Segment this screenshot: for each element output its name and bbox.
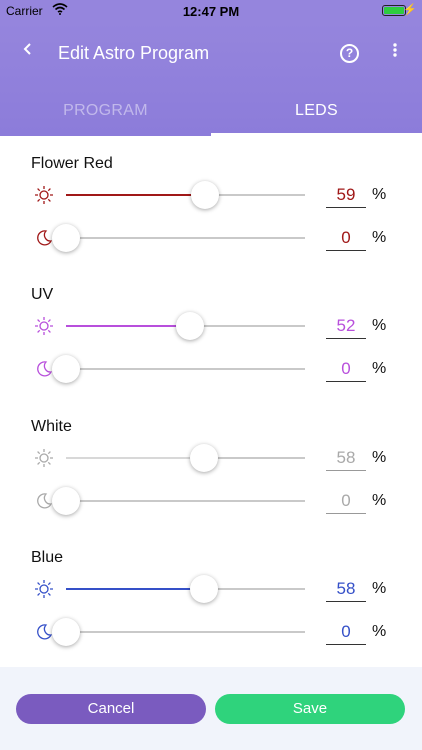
percent-label: % (372, 492, 387, 509)
night-value-input[interactable]: 0 (326, 622, 366, 645)
percent-label: % (372, 580, 387, 597)
day-slider[interactable] (66, 312, 305, 340)
channel-title: Flower Red (31, 155, 113, 172)
day-value-input[interactable]: 59 (326, 185, 366, 208)
tab-indicator (211, 133, 422, 136)
percent-label: % (372, 449, 387, 466)
tab-leds[interactable]: LEDS (211, 90, 422, 136)
slider-thumb[interactable] (52, 355, 80, 383)
sun-icon (34, 579, 54, 599)
back-icon[interactable] (18, 39, 38, 65)
tab-program[interactable]: PROGRAM (0, 90, 211, 136)
moon-icon (34, 359, 54, 379)
status-bar: Carrier 12:47 PM ⚡ (0, 0, 422, 22)
help-icon[interactable]: ? (340, 44, 359, 63)
percent-label: % (372, 229, 387, 246)
percent-label: % (372, 360, 387, 377)
sun-icon (34, 185, 54, 205)
day-slider[interactable] (66, 181, 305, 209)
day-value-input[interactable]: 58 (326, 579, 366, 602)
charging-icon: ⚡ (403, 4, 417, 16)
slider-thumb[interactable] (176, 312, 204, 340)
page-title: Edit Astro Program (58, 43, 210, 63)
day-value-input[interactable]: 58 (326, 448, 366, 471)
day-slider[interactable] (66, 444, 305, 472)
cancel-button[interactable]: Cancel (16, 694, 206, 724)
slider-thumb[interactable] (191, 181, 219, 209)
night-slider[interactable] (52, 224, 305, 252)
percent-label: % (372, 623, 387, 640)
channel-title: Blue (31, 549, 64, 566)
save-button[interactable]: Save (215, 694, 405, 724)
led-channel-list: Flower Red 59 % 0 % UV 52 % 0 % White 58 (22, 140, 400, 667)
app-bar: Edit Astro Program ? PROGRAM LEDS (0, 22, 422, 136)
night-value-input[interactable]: 0 (326, 359, 366, 382)
status-time: 12:47 PM (182, 4, 240, 19)
slider-thumb[interactable] (52, 618, 80, 646)
night-slider[interactable] (52, 618, 305, 646)
footer-bar: Cancel Save (0, 667, 422, 750)
moon-icon (34, 491, 54, 511)
channel-title: UV (31, 286, 54, 303)
night-value-input[interactable]: 0 (326, 228, 366, 251)
percent-label: % (372, 186, 387, 203)
moon-icon (34, 228, 54, 248)
moon-icon (34, 622, 54, 642)
tab-bar: PROGRAM LEDS (0, 90, 422, 136)
day-value-input[interactable]: 52 (326, 316, 366, 339)
sun-icon (34, 316, 54, 336)
slider-thumb[interactable] (52, 487, 80, 515)
percent-label: % (372, 317, 387, 334)
day-slider[interactable] (66, 575, 305, 603)
channel-title: White (31, 418, 72, 435)
sun-icon (34, 448, 54, 468)
slider-thumb[interactable] (52, 224, 80, 252)
slider-thumb[interactable] (190, 575, 218, 603)
night-value-input[interactable]: 0 (326, 491, 366, 514)
slider-thumb[interactable] (190, 444, 218, 472)
night-slider[interactable] (52, 355, 305, 383)
night-slider[interactable] (52, 487, 305, 515)
more-vertical-icon[interactable] (386, 42, 404, 63)
